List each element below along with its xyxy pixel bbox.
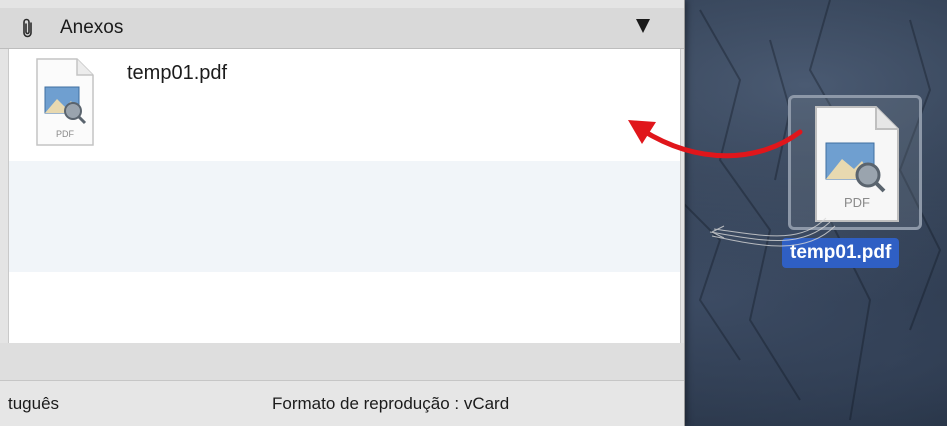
paperclip-icon <box>23 18 32 38</box>
pdf-icon-caption: PDF <box>844 195 870 210</box>
window-spacer <box>0 343 684 381</box>
list-empty-row <box>9 161 680 272</box>
attachments-header[interactable]: Anexos <box>0 8 684 49</box>
playback-format-label[interactable]: Formato de reprodução : vCard <box>272 394 509 414</box>
mail-window: Anexos PDF temp01.pdf tuguês Formato de … <box>0 0 685 426</box>
dragged-file-name[interactable]: temp01.pdf <box>782 238 900 268</box>
pdf-file-icon: PDF <box>36 58 94 146</box>
collapse-triangle-icon[interactable] <box>636 19 650 33</box>
pdf-icon-caption: PDF <box>56 129 75 139</box>
language-label[interactable]: tuguês <box>8 394 59 414</box>
list-empty-row <box>9 272 680 343</box>
pdf-file-icon[interactable]: PDF <box>806 103 906 225</box>
attachments-list[interactable]: PDF temp01.pdf <box>8 49 681 344</box>
list-item[interactable]: PDF temp01.pdf <box>9 49 680 161</box>
attachment-file-name: temp01.pdf <box>127 62 228 84</box>
attachments-title: Anexos <box>60 17 124 38</box>
status-bar: tuguês Formato de reprodução : vCard <box>0 381 684 426</box>
